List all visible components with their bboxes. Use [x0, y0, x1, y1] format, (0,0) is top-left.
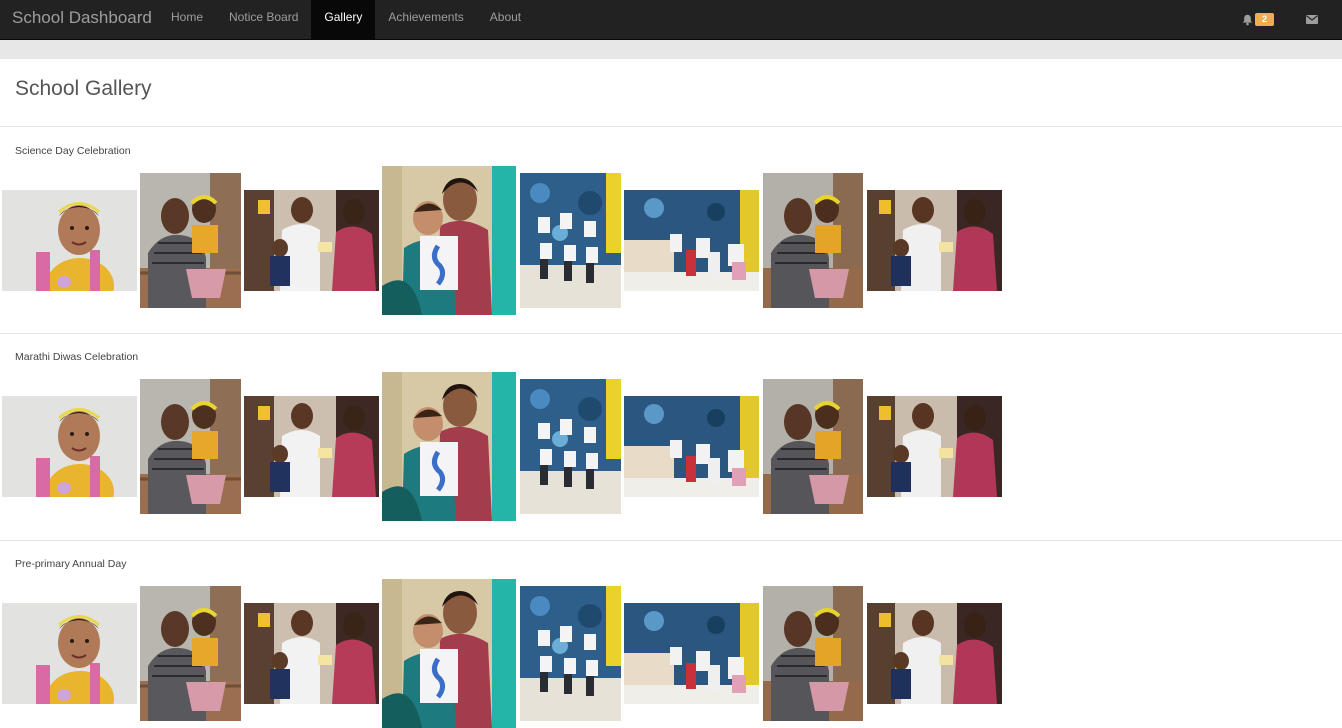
section-title: Science Day Celebration: [15, 145, 131, 157]
section-title: Pre-primary Annual Day: [15, 558, 127, 570]
bell-icon: [1242, 14, 1253, 26]
gallery-photo-girl-yellow-headband[interactable]: [2, 396, 137, 497]
gallery-photo-children-with-drawings[interactable]: [624, 396, 759, 497]
top-navbar: School Dashboard Home Notice Board Galle…: [0, 0, 1342, 40]
gallery-photo-girl-yellow-headband[interactable]: [2, 190, 137, 291]
gallery-photo-children-aquarium-wall[interactable]: [520, 173, 621, 308]
gallery-photo-father-with-child-2[interactable]: [763, 379, 863, 514]
gallery-photo-father-with-child-2[interactable]: [763, 173, 863, 308]
gallery-photo-children-with-drawings[interactable]: [624, 603, 759, 704]
nav-notice-board[interactable]: Notice Board: [216, 0, 311, 39]
gallery-photo-teacher-handing-certificate-2[interactable]: [867, 603, 1002, 704]
gallery-photo-teacher-handing-certificate[interactable]: [244, 396, 379, 497]
gallery-photo-father-with-child[interactable]: [140, 586, 241, 721]
gallery-photo-father-with-child[interactable]: [140, 173, 241, 308]
gallery-photo-children-aquarium-wall[interactable]: [520, 379, 621, 514]
gallery-photo-teacher-handing-certificate[interactable]: [244, 190, 379, 291]
gallery-photo-teacher-handing-certificate[interactable]: [244, 603, 379, 704]
gallery-photo-children-with-drawings[interactable]: [624, 190, 759, 291]
gallery-photo-girl-yellow-headband[interactable]: [2, 603, 137, 704]
nav-about[interactable]: About: [477, 0, 534, 39]
subheader-band: [0, 40, 1342, 59]
gallery-photo-father-with-child[interactable]: [140, 379, 241, 514]
nav-gallery[interactable]: Gallery: [311, 0, 376, 39]
gallery-photo-teacher-handing-certificate-2[interactable]: [867, 190, 1002, 291]
brand-title[interactable]: School Dashboard: [12, 8, 152, 28]
gallery-photo-children-aquarium-wall[interactable]: [520, 586, 621, 721]
notification-count-badge: 2: [1255, 13, 1274, 26]
messages-button[interactable]: [1292, 0, 1342, 39]
page-header: School Gallery: [0, 59, 1342, 127]
section-title: Marathi Diwas Celebration: [15, 351, 139, 363]
notifications-button[interactable]: 2: [1228, 0, 1292, 39]
gallery-photo-teacher-handing-certificate-2[interactable]: [867, 396, 1002, 497]
gallery-photo-father-with-child-2[interactable]: [763, 586, 863, 721]
gallery-photo-child-holding-seahorse-drawing[interactable]: [382, 579, 516, 728]
envelope-icon: [1306, 15, 1318, 24]
gallery-photo-child-holding-seahorse-drawing[interactable]: [382, 166, 516, 315]
page-title: School Gallery: [15, 77, 152, 100]
nav-achievements[interactable]: Achievements: [375, 0, 476, 39]
gallery-photo-child-holding-seahorse-drawing[interactable]: [382, 372, 516, 521]
main-nav: Home Notice Board Gallery Achievements A…: [158, 0, 534, 39]
nav-right: 2: [1228, 0, 1342, 39]
nav-home[interactable]: Home: [158, 0, 216, 39]
